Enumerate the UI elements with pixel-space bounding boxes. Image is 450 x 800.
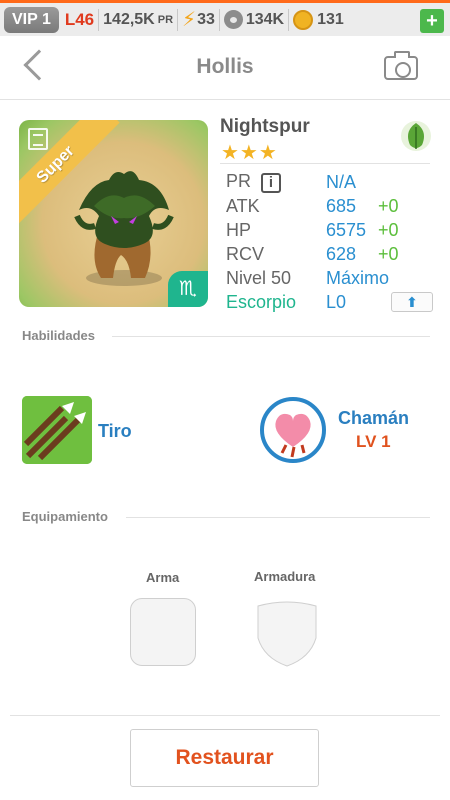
page-header: Hollis bbox=[0, 36, 450, 100]
stat-row-zodiac: Escorpio L0 ⬆ bbox=[226, 290, 436, 314]
stat-label: RCV bbox=[226, 243, 265, 264]
stat-row-level: Nivel 50 Máximo bbox=[226, 266, 436, 290]
divider bbox=[98, 8, 100, 31]
coin-value: 131 bbox=[317, 10, 344, 28]
divider bbox=[10, 715, 440, 716]
abilities-section-title: Habilidades bbox=[22, 328, 95, 343]
divider bbox=[220, 163, 430, 164]
divider bbox=[126, 517, 430, 518]
lightning-icon: ⚡ bbox=[182, 9, 197, 31]
armor-label: Armadura bbox=[254, 569, 316, 584]
stat-value: L0 bbox=[326, 291, 347, 312]
stat-label: Escorpio bbox=[226, 291, 297, 312]
stat-value: 628 bbox=[326, 243, 357, 264]
upgrade-button[interactable]: ⬆ bbox=[391, 292, 433, 312]
stat-value: Máximo bbox=[326, 267, 390, 288]
stat-row-atk: ATK 685 +0 bbox=[226, 194, 436, 218]
vip-badge[interactable]: VIP 1 bbox=[4, 6, 59, 33]
stat-value: 685 bbox=[326, 195, 357, 216]
star-rating: ★★★ bbox=[221, 142, 278, 164]
divider bbox=[112, 336, 430, 337]
stat-value: N/A bbox=[326, 171, 357, 192]
divider bbox=[177, 8, 179, 31]
power-value: 142,5K bbox=[103, 10, 155, 28]
page-title: Hollis bbox=[196, 55, 254, 78]
scorpio-icon: ♏ bbox=[168, 271, 208, 307]
monster-portrait[interactable]: Super ♏ bbox=[19, 120, 208, 307]
stat-bonus: +0 bbox=[378, 243, 399, 264]
monster-name: Nightspur bbox=[220, 116, 310, 137]
skill-name[interactable]: Tiro bbox=[98, 421, 132, 442]
stat-bonus: +0 bbox=[378, 219, 399, 240]
restore-button[interactable]: Restaurar bbox=[130, 729, 319, 787]
armor-slot[interactable] bbox=[254, 598, 320, 668]
skill-icon[interactable] bbox=[22, 396, 92, 464]
stat-value: 6575 bbox=[326, 219, 367, 240]
info-icon[interactable]: i bbox=[261, 172, 282, 193]
energy-value: 33 bbox=[197, 10, 215, 28]
stat-label: Nivel 50 bbox=[226, 267, 292, 288]
leaf-icon bbox=[401, 121, 431, 151]
energy-stat[interactable]: ⚡ 33 bbox=[182, 7, 215, 32]
camera-icon[interactable] bbox=[384, 51, 418, 80]
coin-stat[interactable]: 131 bbox=[293, 9, 344, 30]
stat-label: ATK bbox=[226, 195, 260, 216]
monster-image bbox=[74, 171, 174, 286]
equipment-section-title: Equipamiento bbox=[22, 509, 108, 524]
paw-stat[interactable]: 134K bbox=[223, 10, 285, 29]
power-stat: 142,5K PR bbox=[103, 11, 173, 29]
stat-label: HP bbox=[226, 219, 252, 240]
add-coins-button[interactable]: + bbox=[420, 9, 444, 33]
leader-skill-name[interactable]: Chamán bbox=[338, 408, 409, 429]
arrows-icon bbox=[22, 396, 92, 464]
weapon-label: Arma bbox=[146, 570, 180, 585]
divider bbox=[288, 8, 290, 31]
power-unit: PR bbox=[157, 13, 174, 26]
paw-value: 134K bbox=[245, 10, 285, 28]
leader-skill-icon[interactable] bbox=[260, 397, 326, 463]
stat-row-rcv: RCV 628 +0 bbox=[226, 242, 436, 266]
stats-panel: PR i N/A ATK 685 +0 HP 6575 +0 RCV 628 +0… bbox=[226, 170, 436, 314]
weapon-slot[interactable] bbox=[130, 598, 196, 666]
divider bbox=[218, 8, 220, 31]
player-level: L46 bbox=[64, 9, 95, 29]
coin-icon bbox=[293, 9, 314, 30]
status-bar: VIP 1 L46 142,5K PR ⚡ 33 134K 131 + bbox=[0, 0, 450, 36]
notes-icon[interactable] bbox=[28, 128, 48, 150]
stat-label: PR i bbox=[226, 171, 326, 193]
arrow-up-icon: ⬆ bbox=[406, 293, 418, 310]
stat-bonus: +0 bbox=[378, 195, 399, 216]
leader-skill-level: LV 1 bbox=[356, 432, 391, 451]
stat-row-pr: PR i N/A bbox=[226, 170, 436, 194]
heart-icon bbox=[275, 413, 311, 458]
paw-icon bbox=[223, 10, 243, 29]
stat-row-hp: HP 6575 +0 bbox=[226, 218, 436, 242]
